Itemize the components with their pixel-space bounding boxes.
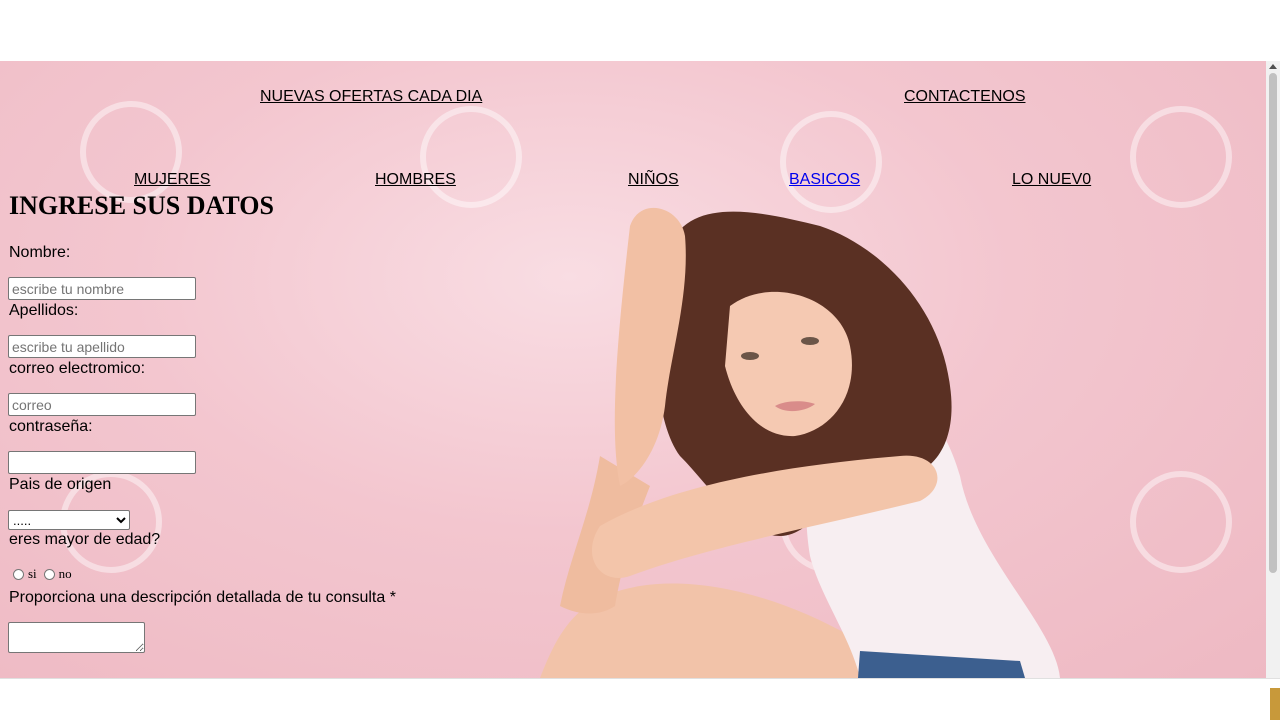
- vertical-scrollbar[interactable]: [1266, 61, 1280, 688]
- page-viewport: NUEVAS OFERTAS CADA DIA CONTACTENOS MUJE…: [0, 61, 1266, 678]
- watermark-logo-icon: [1108, 84, 1254, 230]
- nombre-input[interactable]: [8, 277, 196, 300]
- pais-label: Pais de origen: [9, 476, 112, 493]
- bottom-accent-strip: [1270, 688, 1280, 720]
- apellidos-label: Apellidos:: [9, 302, 79, 319]
- edad-radio-group: si no: [12, 566, 78, 582]
- bottom-area: [0, 678, 1280, 721]
- correo-label: correo electromico:: [9, 360, 146, 377]
- password-label: contraseña:: [9, 418, 93, 435]
- radio-si[interactable]: [13, 568, 24, 580]
- edad-label: eres mayor de edad?: [9, 531, 161, 548]
- nav-contact-link[interactable]: CONTACTENOS: [904, 88, 1025, 106]
- apellidos-input[interactable]: [8, 335, 196, 358]
- nav-offers-link[interactable]: NUEVAS OFERTAS CADA DIA: [260, 88, 482, 106]
- scroll-up-arrow-icon[interactable]: [1269, 64, 1277, 69]
- radio-si-label: si: [28, 566, 37, 581]
- correo-input[interactable]: [8, 393, 196, 416]
- nav-lo-nuevo-link[interactable]: LO NUEV0: [1012, 171, 1091, 189]
- consulta-textarea[interactable]: [8, 622, 145, 653]
- radio-no[interactable]: [43, 568, 55, 580]
- watermark-logo-icon: [1108, 449, 1254, 595]
- nav-hombres-link[interactable]: HOMBRES: [375, 171, 456, 189]
- radio-no-label: no: [58, 566, 72, 581]
- top-blank-area: [0, 0, 1280, 61]
- nav-basicos-link[interactable]: BASICOS: [789, 171, 860, 189]
- form-title: INGRESE SUS DATOS: [9, 191, 274, 220]
- pais-select[interactable]: .....: [8, 510, 130, 530]
- nav-mujeres-link[interactable]: MUJERES: [134, 171, 210, 189]
- password-input[interactable]: [8, 451, 196, 474]
- consulta-label: Proporciona una descripción detallada de…: [9, 589, 396, 606]
- nav-ninos-link[interactable]: NIÑOS: [628, 171, 679, 189]
- nombre-label: Nombre:: [9, 244, 71, 261]
- model-photo: [540, 207, 1060, 678]
- scrollbar-thumb[interactable]: [1269, 73, 1277, 573]
